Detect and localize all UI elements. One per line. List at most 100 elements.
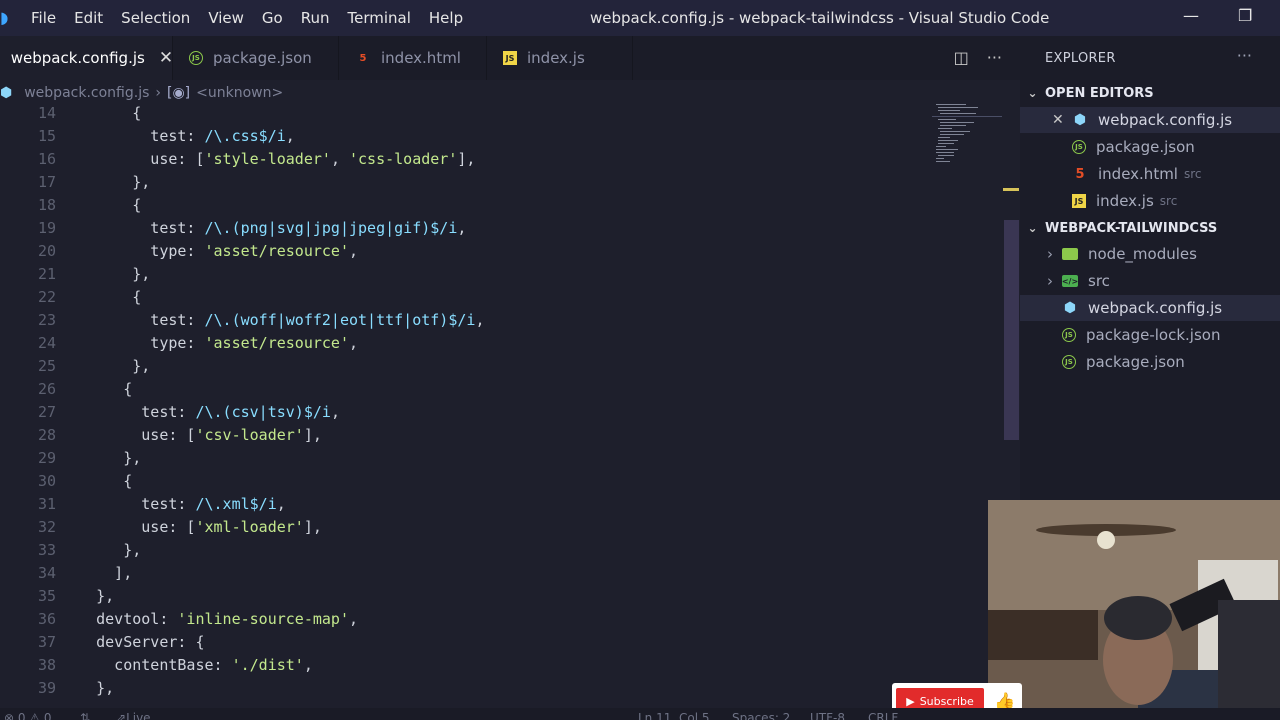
encoding[interactable]: UTF-8	[810, 708, 845, 720]
code-line[interactable]: 33 },	[0, 539, 1000, 562]
close-icon[interactable]: ✕	[159, 48, 173, 68]
line-number: 28	[37, 426, 56, 444]
line-ending[interactable]: CRLF	[868, 708, 898, 720]
code-line[interactable]: 35 },	[0, 585, 1000, 608]
tab-webpack-config[interactable]: ⬢ webpack.config.js ✕	[0, 36, 173, 80]
code-text: {	[60, 472, 133, 490]
line-number: 16	[37, 150, 56, 168]
code-line[interactable]: 29 },	[0, 447, 1000, 470]
tree-item-package-lock[interactable]: JS package-lock.json	[1020, 322, 1280, 348]
indentation[interactable]: Spaces: 2	[732, 708, 790, 720]
menu-edit[interactable]: Edit	[65, 9, 112, 27]
close-icon[interactable]: ✕	[1052, 112, 1072, 128]
more-actions-icon[interactable]: ···	[987, 48, 1002, 67]
open-editor-webpack-config[interactable]: ✕ ⬢ webpack.config.js	[1020, 107, 1280, 133]
code-line[interactable]: 36 devtool: 'inline-source-map',	[0, 608, 1000, 631]
item-description: src	[1159, 194, 1178, 208]
editor-tabs: ⬢ webpack.config.js ✕ JS package.json 5 …	[0, 36, 1020, 80]
menu-selection[interactable]: Selection	[112, 9, 199, 27]
restore-icon[interactable]: ❐	[1238, 6, 1252, 25]
code-line[interactable]: 22 {	[0, 286, 1000, 309]
cursor-position[interactable]: Ln 11, Col 5	[638, 708, 710, 720]
sync-icon[interactable]: ⇅	[80, 708, 90, 720]
code-editor[interactable]: 14 {15 test: /\.css$/i, 16 use: ['style-l…	[0, 102, 1000, 720]
code-text: {	[60, 196, 142, 214]
code-line[interactable]: 31 test: /\.xml$/i,	[0, 493, 1000, 516]
live-share-button[interactable]: ⇗ Live Share	[116, 708, 151, 720]
open-editor-package-json[interactable]: JS package.json	[1020, 134, 1280, 160]
code-line[interactable]: 26 {	[0, 378, 1000, 401]
code-line[interactable]: 39 },	[0, 677, 1000, 700]
minimap[interactable]	[932, 102, 1004, 172]
line-number: 17	[37, 173, 56, 191]
line-number: 32	[37, 518, 56, 536]
tab-label: package.json	[213, 49, 312, 67]
tab-label: webpack.config.js	[10, 49, 145, 67]
nodejs-icon: JS	[189, 51, 203, 65]
item-label: package-lock.json	[1086, 326, 1221, 344]
menu-terminal[interactable]: Terminal	[339, 9, 420, 27]
line-number: 24	[37, 334, 56, 352]
code-line[interactable]: 30 {	[0, 470, 1000, 493]
code-line[interactable]: 19 test: /\.(png|svg|jpg|jpeg|gif)$/i,	[0, 217, 1000, 240]
menu-view[interactable]: View	[199, 9, 253, 27]
live-share-label: Live Share	[126, 711, 151, 720]
code-line[interactable]: 38 contentBase: './dist',	[0, 654, 1000, 677]
item-label: package.json	[1096, 138, 1195, 156]
code-line[interactable]: 24 type: 'asset/resource',	[0, 332, 1000, 355]
code-line[interactable]: 37 devServer: {	[0, 631, 1000, 654]
code-line[interactable]: 18 {	[0, 194, 1000, 217]
code-text: test: /\.(png|svg|jpg|jpeg|gif)$/i,	[60, 219, 467, 237]
tab-package-json[interactable]: JS package.json	[173, 36, 339, 80]
line-number: 20	[37, 242, 56, 260]
line-number: 29	[37, 449, 56, 467]
line-number: 22	[37, 288, 56, 306]
project-section[interactable]: ⌄ WEBPACK-TAILWINDCSS	[1020, 215, 1280, 241]
code-line[interactable]: 23 test: /\.(woff|woff2|eot|ttf|otf)$/i,	[0, 309, 1000, 332]
item-label: src	[1088, 272, 1110, 290]
code-line[interactable]: 20 type: 'asset/resource',	[0, 240, 1000, 263]
code-line[interactable]: 27 test: /\.(csv|tsv)$/i,	[0, 401, 1000, 424]
code-line[interactable]: 34 ],	[0, 562, 1000, 585]
line-number: 26	[37, 380, 56, 398]
menu-go[interactable]: Go	[253, 9, 292, 27]
menu-file[interactable]: File	[22, 9, 65, 27]
split-editor-icon[interactable]: ◫	[954, 48, 969, 67]
open-editor-index-js[interactable]: JS index.js src	[1020, 188, 1280, 214]
tree-item-package-json[interactable]: JS package.json	[1020, 349, 1280, 375]
tab-index-js[interactable]: JS index.js	[487, 36, 633, 80]
menu-help[interactable]: Help	[420, 9, 472, 27]
tree-item-node-modules[interactable]: › node_modules	[1020, 241, 1280, 267]
chevron-right-icon: ›	[1047, 272, 1053, 290]
code-line[interactable]: 16 use: ['style-loader', 'css-loader'],	[0, 148, 1000, 171]
play-icon: ▶	[906, 695, 915, 708]
problems-indicator[interactable]: ⊗ 0 ⚠ 0	[4, 708, 52, 720]
tab-index-html[interactable]: 5 index.html	[339, 36, 487, 80]
minimize-icon[interactable]: —	[1183, 6, 1199, 25]
tab-label: index.js	[527, 49, 585, 67]
code-line[interactable]: 32 use: ['xml-loader'],	[0, 516, 1000, 539]
open-editors-section[interactable]: ⌄ OPEN EDITORS	[1020, 80, 1280, 106]
breadcrumb-file[interactable]: webpack.config.js	[24, 85, 149, 101]
code-line[interactable]: 14 {	[0, 102, 1000, 125]
code-line[interactable]: 15 test: /\.css$/i,	[0, 125, 1000, 148]
code-text: test: /\.(woff|woff2|eot|ttf|otf)$/i,	[60, 311, 485, 329]
open-editor-index-html[interactable]: 5 index.html src	[1020, 161, 1280, 187]
code-line[interactable]: 17 },	[0, 171, 1000, 194]
scrollbar-thumb[interactable]	[1004, 220, 1019, 440]
code-line[interactable]: 28 use: ['csv-loader'],	[0, 424, 1000, 447]
tree-item-src[interactable]: › </> src	[1020, 268, 1280, 294]
code-text: type: 'asset/resource',	[60, 242, 359, 260]
code-text: },	[60, 587, 115, 605]
more-actions-icon[interactable]: ···	[1237, 46, 1252, 65]
code-line[interactable]: 21 },	[0, 263, 1000, 286]
line-number: 25	[37, 357, 56, 375]
menu-run[interactable]: Run	[292, 9, 339, 27]
breadcrumb-symbol[interactable]: <unknown>	[196, 85, 283, 101]
code-text: },	[60, 679, 115, 697]
code-line[interactable]: 25 },	[0, 355, 1000, 378]
line-number: 30	[37, 472, 56, 490]
code-text: },	[60, 265, 151, 283]
tree-item-webpack-config[interactable]: ⬢ webpack.config.js	[1020, 295, 1280, 321]
item-description: src	[1183, 167, 1202, 181]
